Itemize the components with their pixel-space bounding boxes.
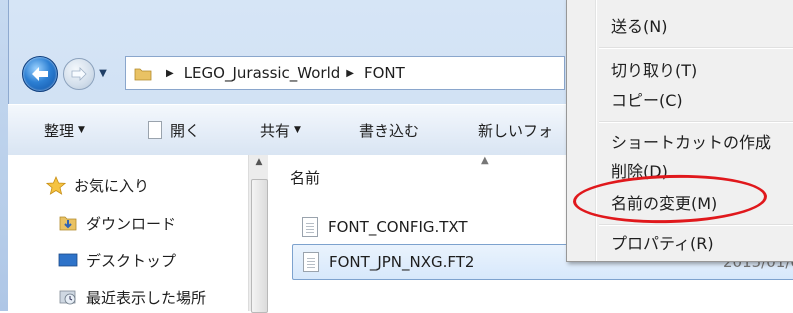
desktop-icon <box>58 251 78 269</box>
scroll-thumb[interactable] <box>251 179 268 313</box>
menu-separator <box>599 47 793 49</box>
forward-button[interactable] <box>63 58 95 90</box>
star-icon <box>46 175 66 195</box>
menu-item-properties[interactable]: プロパティ(R) <box>611 228 714 256</box>
share-button[interactable]: 共有 ▼ <box>260 105 301 155</box>
menu-separator <box>599 121 793 123</box>
menu-item-create-shortcut[interactable]: ショートカットの作成 <box>611 127 771 155</box>
open-button[interactable]: 開く <box>148 105 200 155</box>
new-folder-label: 新しいフォ <box>478 121 554 140</box>
chevron-down-icon: ▼ <box>78 125 85 135</box>
chevron-down-icon: ▼ <box>294 125 301 135</box>
menu-item-cut[interactable]: 切り取り(T) <box>611 55 697 83</box>
text-file-icon <box>302 217 318 237</box>
column-header-name[interactable]: 名前 <box>290 167 320 188</box>
breadcrumb-separator-icon[interactable]: ▶ <box>166 68 174 79</box>
context-menu-gutter <box>595 0 597 261</box>
document-icon <box>148 121 162 139</box>
recent-places-icon <box>58 288 78 306</box>
downloads-folder-icon <box>58 214 78 232</box>
sort-ascending-icon: ▲ <box>481 155 489 166</box>
recent-pages-dropdown[interactable]: ▼ <box>96 64 110 82</box>
scroll-up-arrow-icon[interactable]: ▲ <box>249 157 269 173</box>
navigation-pane: お気に入り ダウンロード デスクトップ 最近表示した場所 ▲ <box>8 155 269 313</box>
folder-icon <box>134 66 152 81</box>
menu-item-send-to[interactable]: 送る(N) <box>611 11 667 39</box>
context-menu: 送る(N) 切り取り(T) コピー(C) ショートカットの作成 削除(D) 名前… <box>566 0 793 262</box>
chevron-down-icon: ▼ <box>99 67 107 79</box>
menu-item-copy[interactable]: コピー(C) <box>611 85 683 113</box>
navigation-pane-scrollbar[interactable]: ▲ <box>248 155 269 313</box>
sidebar-item-label: 最近表示した場所 <box>86 288 207 307</box>
menu-separator <box>599 224 793 226</box>
file-name: FONT_JPN_NXG.FT2 <box>329 253 475 271</box>
file-name: FONT_CONFIG.TXT <box>328 218 468 236</box>
burn-button[interactable]: 書き込む <box>359 105 419 155</box>
organize-label: 整理 <box>44 121 75 140</box>
back-button[interactable] <box>22 56 58 92</box>
sidebar-item-label: ダウンロード <box>86 214 177 233</box>
forward-arrow-icon <box>71 67 87 81</box>
address-bar[interactable]: ▶ LEGO_Jurassic_World ▶ FONT <box>125 56 565 90</box>
breadcrumb-lego-jurassic-world[interactable]: LEGO_Jurassic_World <box>184 64 341 82</box>
open-label: 開く <box>170 121 201 140</box>
sidebar-item-label: デスクトップ <box>86 251 177 270</box>
sidebar-item-label: お気に入り <box>74 176 150 195</box>
back-arrow-icon <box>32 67 48 81</box>
file-icon <box>303 252 319 272</box>
breadcrumb-font[interactable]: FONT <box>364 64 405 82</box>
organize-button[interactable]: 整理 ▼ <box>44 105 85 155</box>
breadcrumb-separator-icon[interactable]: ▶ <box>346 68 354 79</box>
new-folder-button[interactable]: 新しいフォ <box>478 105 553 155</box>
burn-label: 書き込む <box>359 121 420 140</box>
share-label: 共有 <box>260 121 291 140</box>
